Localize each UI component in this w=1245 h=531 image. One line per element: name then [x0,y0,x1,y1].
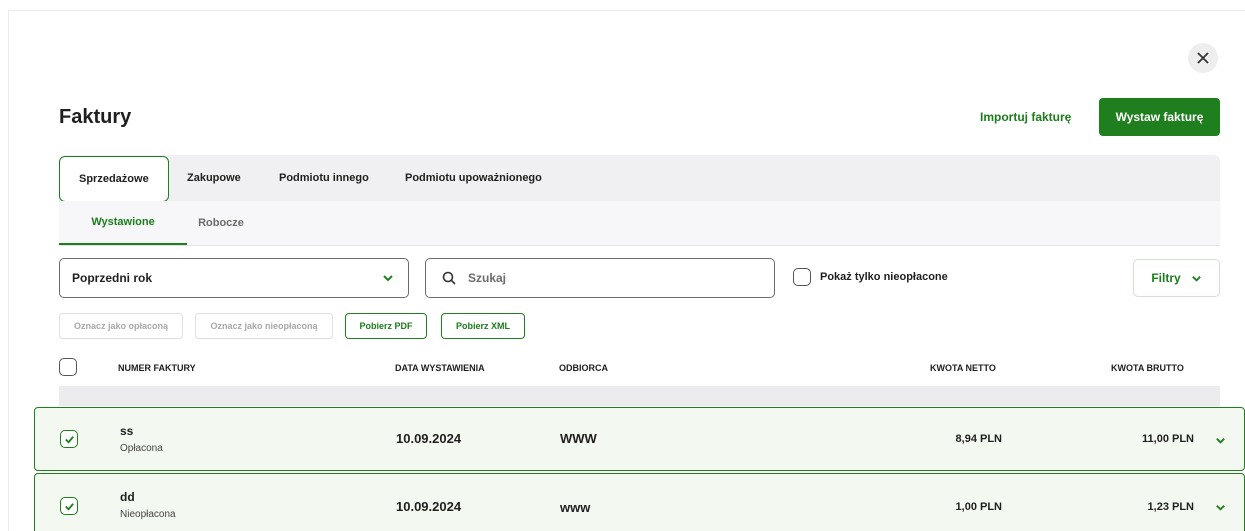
check-icon [64,435,74,444]
tab-issued[interactable]: Wystawione [59,201,187,245]
filters-button[interactable]: Filtry [1133,259,1220,297]
row-checkbox[interactable] [60,430,78,448]
filters-label: Filtry [1151,271,1181,285]
table-header-divider [59,386,1220,406]
download-pdf-button[interactable]: Pobierz PDF [345,313,427,339]
invoice-net: 8,94 PLN [955,433,1002,445]
chevron-down-icon[interactable] [1215,435,1226,446]
select-all-checkbox[interactable] [59,358,77,376]
unpaid-only-label: Pokaż tylko nieopłacone [820,271,948,283]
table-row[interactable]: dd Nieopłacona 10.09.2024 www 1,00 PLN 1… [34,473,1245,531]
tab-authorized-entity[interactable]: Podmiotu upoważnionego [405,155,542,201]
column-header-net: KWOTA NETTO [930,363,996,373]
table-row[interactable]: ss Opłacona 10.09.2024 WWW 8,94 PLN 11,0… [34,407,1245,471]
tab-drafts[interactable]: Robocze [187,201,255,245]
period-select-value: Poprzedni rok [72,271,153,285]
check-icon [64,502,74,511]
invoice-date: 10.09.2024 [396,431,462,446]
invoice-number: ss [120,424,134,438]
search-icon [442,271,456,285]
invoice-gross: 11,00 PLN [1142,433,1194,445]
column-header-number: NUMER FAKTURY [118,363,196,373]
search-input[interactable]: Szukaj [425,258,775,298]
invoice-status: Nieopłacona [120,509,176,520]
tab-other-entity[interactable]: Podmiotu innego [279,155,369,201]
unpaid-only-toggle: Pokaż tylko nieopłacone [793,268,948,286]
row-checkbox[interactable] [60,497,78,515]
search-placeholder: Szukaj [468,271,507,285]
issue-invoice-button[interactable]: Wystaw fakturę [1099,98,1220,136]
invoice-status: Opłacona [120,443,163,454]
chevron-down-icon[interactable] [1215,502,1226,513]
invoice-net: 1,00 PLN [955,501,1002,513]
page-title: Faktury [59,106,132,128]
column-header-date: DATA WYSTAWIENIA [395,363,485,373]
period-select[interactable]: Poprzedni rok [59,258,409,298]
download-xml-button[interactable]: Pobierz XML [441,313,525,339]
import-invoice-link[interactable]: Importuj fakturę [980,110,1071,124]
invoice-number: dd [120,490,135,504]
unpaid-only-checkbox[interactable] [793,268,811,286]
column-header-recipient: ODBIORCA [559,363,608,373]
main-tabs: Sprzedażowe Zakupowe Podmiotu innego Pod… [59,155,1220,202]
invoice-gross: 1,23 PLN [1147,501,1194,513]
mark-unpaid-button[interactable]: Oznacz jako nieopłaconą [195,313,333,339]
sub-tabs: Wystawione Robocze [59,201,1220,246]
tab-sales[interactable]: Sprzedażowe [59,156,169,202]
chevron-down-icon [1191,275,1201,282]
chevron-down-icon [383,275,393,282]
close-icon [1197,52,1209,64]
invoice-recipient: www [560,500,591,515]
invoice-recipient: WWW [560,431,597,446]
tab-purchase[interactable]: Zakupowe [187,155,241,201]
mark-paid-button[interactable]: Oznacz jako opłaconą [59,313,183,339]
column-header-gross: KWOTA BRUTTO [1111,363,1184,373]
invoice-date: 10.09.2024 [396,499,462,514]
close-button[interactable] [1188,43,1218,73]
